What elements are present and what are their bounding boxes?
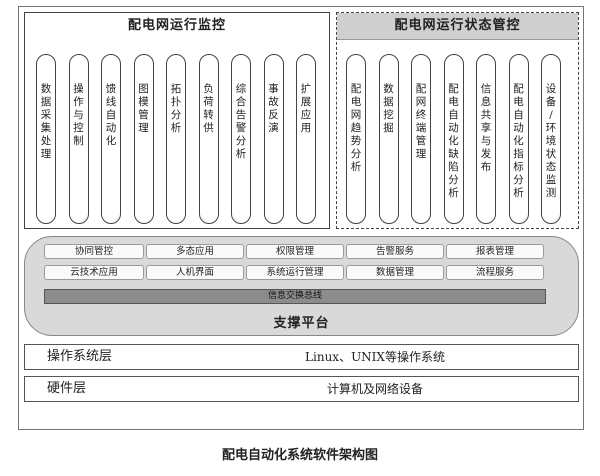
monitoring-module: 馈线自动化 (101, 54, 121, 224)
monitoring-module: 扩展应用 (296, 54, 316, 224)
support-service: 人机界面 (146, 265, 244, 280)
monitoring-module: 负荷转供 (198, 54, 219, 224)
status-module: 数据挖掘 (378, 54, 399, 224)
status-module: 配网终端管理 (411, 54, 431, 224)
monitoring-module: 操作与控制 (68, 54, 89, 224)
layer-description: 计算机及网络设备 (326, 382, 423, 396)
figure-caption: 配电自动化系统软件架构图 (221, 448, 378, 463)
support-service: 云技术应用 (44, 265, 144, 280)
support-service: 协同管控 (44, 244, 144, 259)
layer-label: 硬件层 (47, 381, 87, 396)
hardware-layer: 硬件层 计算机及网络设备 (24, 376, 579, 402)
panel-title: 配电网运行监控 (127, 18, 226, 33)
monitoring-module: 事故反演 (263, 54, 284, 224)
status-module: 配电自动化缺陷分析 (443, 54, 464, 224)
support-service: 多态应用 (146, 244, 244, 259)
monitoring-module: 数据采集处理 (36, 54, 56, 224)
layer-description: Linux、UNIX等操作系统 (305, 350, 445, 364)
support-service: 报表管理 (446, 244, 544, 259)
status-module: 信息共享与发布 (476, 54, 496, 224)
monitoring-module: 综合告警分析 (231, 54, 251, 224)
support-platform-title: 支撑平台 (273, 316, 330, 331)
support-service: 流程服务 (446, 265, 544, 280)
layer-label: 操作系统层 (47, 349, 113, 364)
monitoring-module: 图模管理 (133, 54, 154, 224)
monitoring-module: 拓扑分析 (166, 54, 186, 224)
status-module: 配电自动化指标分析 (508, 54, 529, 224)
os-layer: 操作系统层 Linux、UNIX等操作系统 (24, 344, 579, 370)
status-module: 配电网趋势分析 (346, 54, 366, 224)
panel-title: 配电网运行状态管控 (337, 13, 578, 40)
support-service: 告警服务 (346, 244, 444, 259)
support-service: 系统运行管理 (246, 265, 344, 280)
support-service: 数据管理 (346, 265, 444, 280)
support-service: 权限管理 (246, 244, 344, 259)
status-module: 设备 / 环境状态监测 (541, 54, 561, 224)
information-exchange-bus: 信息交换总线 (44, 289, 546, 304)
